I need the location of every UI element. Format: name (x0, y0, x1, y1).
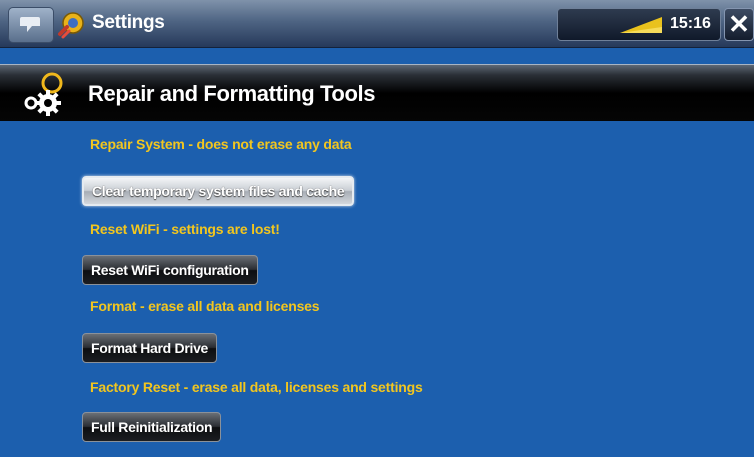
repair-system-note: Repair System - does not erase any data (90, 136, 352, 152)
reset-wifi-button[interactable]: Reset WiFi configuration (82, 255, 258, 285)
menu-home-button[interactable] (8, 7, 54, 43)
format-note: Format - erase all data and licenses (90, 298, 320, 314)
settings-icon (58, 12, 84, 39)
clock: 15:16 (670, 15, 711, 32)
gears-icon (24, 72, 63, 116)
factory-reset-note: Factory Reset - erase all data, licenses… (90, 379, 423, 395)
section-header: Repair and Formatting Tools (0, 64, 754, 121)
section-title: Repair and Formatting Tools (88, 81, 376, 106)
reset-wifi-note: Reset WiFi - settings are lost! (90, 221, 280, 237)
full-reinitialization-button[interactable]: Full Reinitialization (82, 412, 222, 442)
top-status-bar: Settings 15:16 ✕ (0, 0, 754, 48)
clear-temp-files-button[interactable]: Clear temporary system files and cache (82, 176, 355, 206)
format-hard-drive-button[interactable]: Format Hard Drive (82, 333, 218, 363)
close-icon: ✕ (728, 9, 750, 39)
status-indicator: 15:16 (557, 8, 721, 41)
close-button[interactable]: ✕ (724, 8, 754, 41)
signal-strength-icon (620, 17, 662, 33)
app-title: Settings (92, 12, 165, 33)
menu-home-icon (20, 17, 40, 32)
